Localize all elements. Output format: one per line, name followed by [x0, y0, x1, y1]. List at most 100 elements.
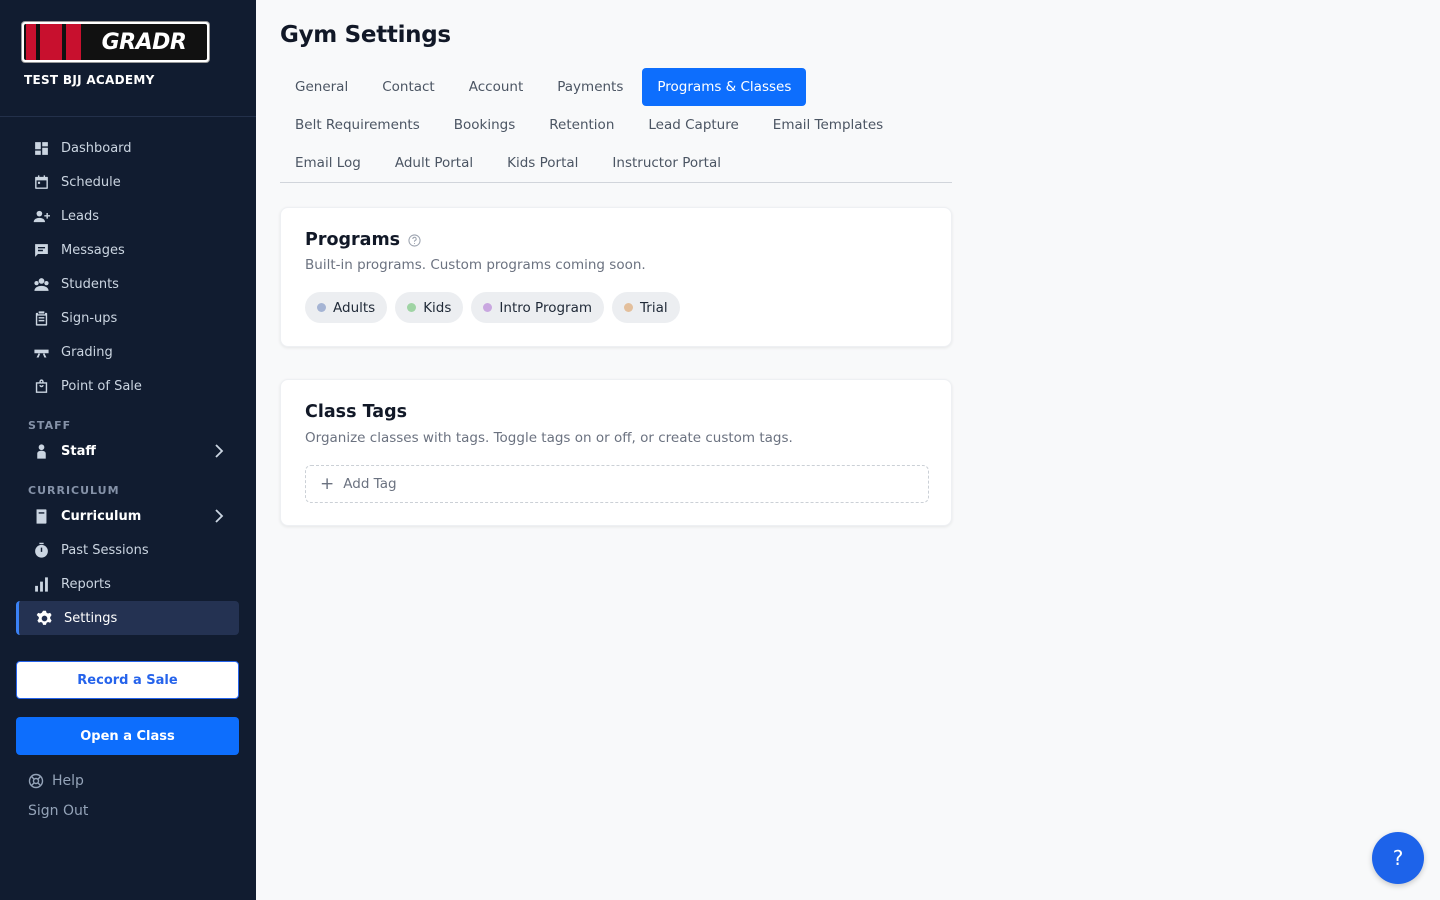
sidebar-item-label: Point of Sale — [61, 378, 142, 394]
tab-row: Email Log Adult Portal Kids Portal Instr… — [280, 144, 952, 182]
tab-row: Belt Requirements Bookings Retention Lea… — [280, 106, 952, 144]
tab-email-log[interactable]: Email Log — [280, 144, 376, 182]
program-chip-trial[interactable]: Trial — [612, 292, 680, 323]
sidebar-item-curriculum[interactable]: Curriculum — [0, 499, 256, 533]
plus-icon: + — [320, 474, 335, 494]
logo-text: GRADR — [101, 29, 187, 55]
program-chips: Adults Kids Intro Program Trial — [305, 292, 688, 323]
sidebar-item-label: Schedule — [61, 174, 121, 190]
book-icon — [32, 507, 50, 525]
programs-card: Programs Built-in programs. Custom progr… — [280, 207, 952, 347]
sidebar-item-schedule[interactable]: Schedule — [0, 165, 256, 199]
tab-account[interactable]: Account — [454, 68, 539, 106]
person-add-icon — [32, 207, 50, 225]
dashboard-icon — [32, 139, 50, 157]
clipboard-icon — [32, 309, 50, 327]
tab-belt-requirements[interactable]: Belt Requirements — [280, 106, 435, 144]
status-dot — [624, 303, 634, 312]
class-tags-description: Organize classes with tags. Toggle tags … — [305, 430, 793, 446]
message-icon — [32, 241, 50, 259]
sign-out-link[interactable]: Sign Out — [28, 803, 88, 819]
sidebar-item-past-sessions[interactable]: Past Sessions — [0, 533, 256, 567]
chip-label: Trial — [640, 299, 668, 316]
chip-label: Adults — [333, 299, 376, 316]
chip-label: Kids — [423, 299, 452, 316]
help-circle-icon[interactable] — [408, 233, 421, 247]
chevron-right-icon — [215, 444, 224, 458]
sidebar-item-label: Students — [61, 276, 119, 292]
sidebar-item-label: Curriculum — [61, 508, 142, 524]
person-icon — [32, 442, 50, 460]
sidebar-item-dashboard[interactable]: Dashboard — [0, 131, 256, 165]
belt-icon — [32, 343, 50, 361]
students-icon — [32, 275, 50, 293]
sidebar-item-point-of-sale[interactable]: Point of Sale — [0, 369, 256, 403]
gradr-logo[interactable]: GRADR — [22, 22, 209, 62]
tab-payments[interactable]: Payments — [542, 68, 638, 106]
sidebar-item-label: Grading — [61, 344, 113, 360]
add-tag-button[interactable]: + Add Tag — [305, 465, 929, 503]
class-tags-card: Class Tags Organize classes with tags. T… — [280, 379, 952, 526]
tab-programs-classes[interactable]: Programs & Classes — [642, 68, 807, 106]
programs-heading: Programs — [305, 230, 421, 250]
sidebar-item-label: Sign-ups — [61, 310, 118, 326]
sidebar-item-label: Settings — [64, 610, 118, 626]
tab-email-templates[interactable]: Email Templates — [758, 106, 898, 144]
sidebar-item-label: Messages — [61, 242, 125, 258]
programs-title: Programs — [305, 230, 401, 250]
sidebar-item-label: Staff — [61, 443, 96, 459]
status-dot — [407, 303, 417, 312]
tab-row: General Contact Account Payments Program… — [280, 68, 952, 106]
tab-adult-portal[interactable]: Adult Portal — [380, 144, 488, 182]
lifebuoy-icon — [28, 773, 44, 789]
sidebar-item-label: Leads — [61, 208, 100, 224]
class-tags-heading: Class Tags — [305, 402, 407, 422]
shopping-bag-icon — [32, 377, 50, 395]
help-fab-button[interactable]: ? — [1372, 832, 1424, 884]
section-label-staff: STAFF — [28, 419, 72, 432]
help-link[interactable]: Help — [28, 773, 84, 789]
help-label: Help — [52, 773, 84, 789]
sidebar-item-signups[interactable]: Sign-ups — [0, 301, 256, 335]
program-chip-adults[interactable]: Adults — [305, 292, 388, 323]
open-class-button[interactable]: Open a Class — [16, 717, 239, 755]
page-title: Gym Settings — [280, 22, 451, 48]
sidebar-item-settings[interactable]: Settings — [16, 601, 239, 635]
tab-bookings[interactable]: Bookings — [439, 106, 531, 144]
sidebar-item-messages[interactable]: Messages — [0, 233, 256, 267]
programs-description: Built-in programs. Custom programs comin… — [305, 257, 646, 273]
sidebar-item-reports[interactable]: Reports — [0, 567, 256, 601]
settings-tabs: General Contact Account Payments Program… — [280, 68, 952, 183]
sidebar-item-label: Dashboard — [61, 140, 132, 156]
brand-header: GRADR TEST BJJ ACADEMY — [0, 0, 256, 117]
record-sale-button[interactable]: Record a Sale — [16, 661, 239, 699]
calendar-icon — [32, 173, 50, 191]
bar-chart-icon — [32, 575, 50, 593]
add-tag-label: Add Tag — [343, 476, 397, 492]
sidebar-item-students[interactable]: Students — [0, 267, 256, 301]
sidebar-item-staff[interactable]: Staff — [0, 434, 256, 468]
section-label-curriculum: CURRICULUM — [28, 484, 120, 497]
chevron-right-icon — [215, 509, 224, 523]
belt-graphic — [26, 24, 81, 60]
status-dot — [483, 303, 493, 312]
sidebar-item-label: Reports — [61, 576, 111, 592]
tab-lead-capture[interactable]: Lead Capture — [633, 106, 753, 144]
sidebar-item-grading[interactable]: Grading — [0, 335, 256, 369]
tab-kids-portal[interactable]: Kids Portal — [492, 144, 593, 182]
sidebar-item-label: Past Sessions — [61, 542, 149, 558]
gear-icon — [35, 609, 53, 627]
sidebar-item-leads[interactable]: Leads — [0, 199, 256, 233]
chip-label: Intro Program — [499, 299, 593, 316]
sidebar: GRADR TEST BJJ ACADEMY Dashboard Schedul… — [0, 0, 256, 900]
tab-retention[interactable]: Retention — [534, 106, 629, 144]
sidebar-nav: Dashboard Schedule Leads Messages Studen… — [0, 117, 256, 635]
academy-name: TEST BJJ ACADEMY — [24, 73, 155, 87]
program-chip-intro[interactable]: Intro Program — [471, 292, 605, 323]
class-tags-title: Class Tags — [305, 402, 408, 422]
program-chip-kids[interactable]: Kids — [395, 292, 464, 323]
tab-instructor-portal[interactable]: Instructor Portal — [597, 144, 736, 182]
status-dot — [317, 303, 326, 312]
tab-general[interactable]: General — [280, 68, 363, 106]
tab-contact[interactable]: Contact — [367, 68, 450, 106]
